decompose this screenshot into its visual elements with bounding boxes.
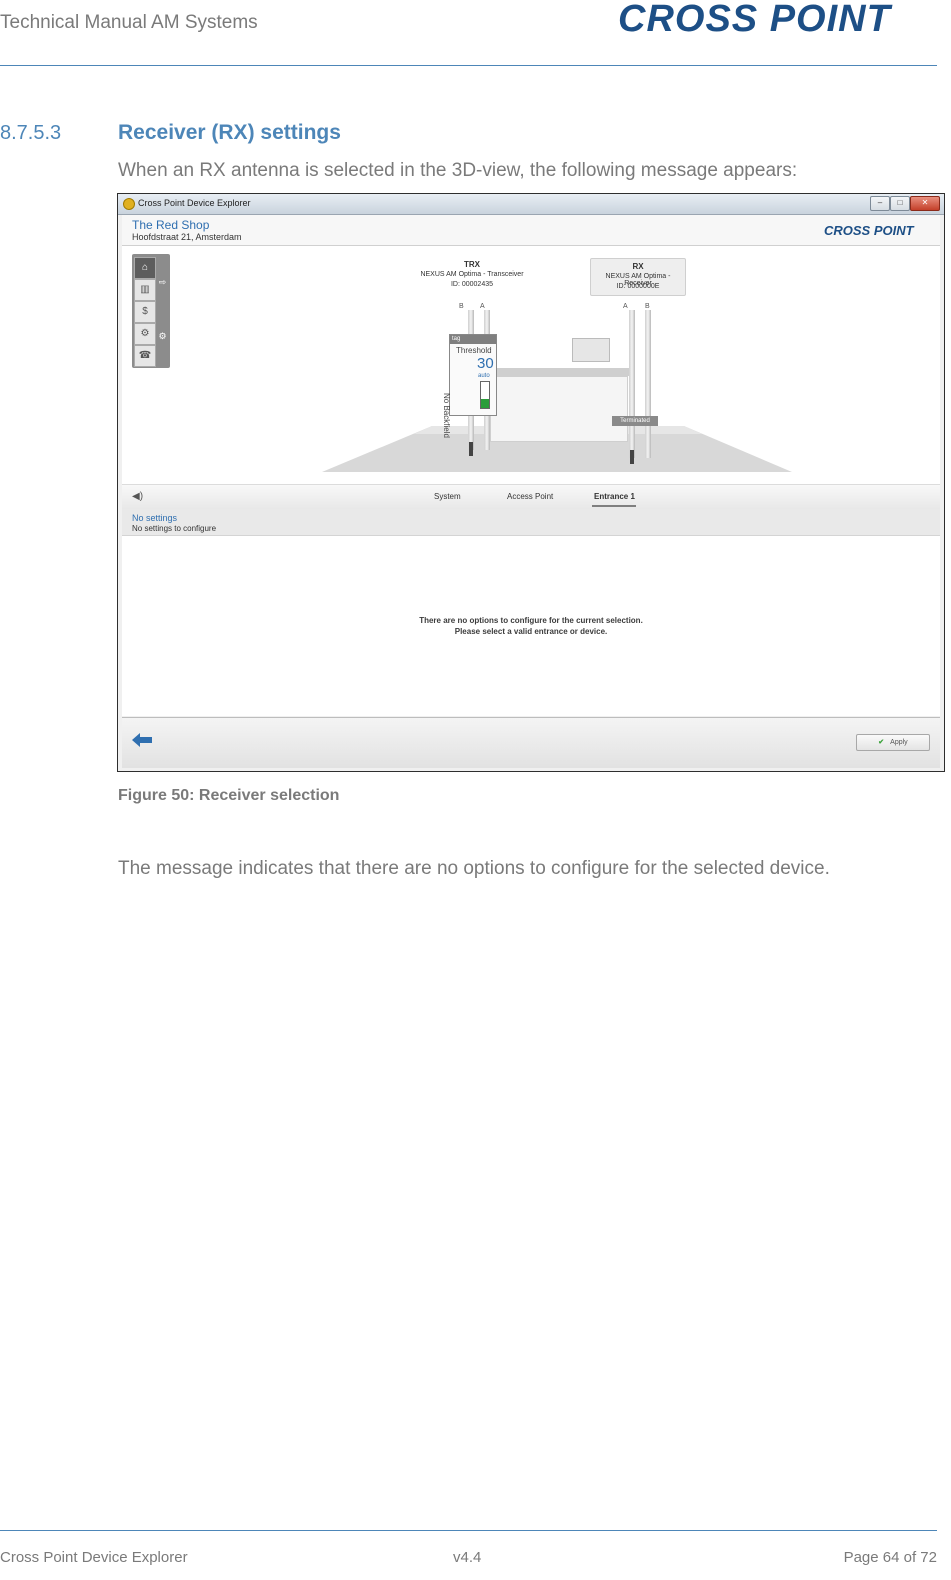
minimize-button[interactable]: – [870, 196, 890, 211]
antenna-label-a: A [480, 303, 485, 310]
cross-point-logo: CROSS POINT [618, 0, 893, 38]
logo-text: CROSS POINT [618, 0, 893, 38]
alarm-icon[interactable]: ☎ [134, 345, 156, 367]
trx-label: TRX NEXUS AM Optima - Transceiver ID: 00… [417, 260, 527, 294]
app-logo: CROSS POINT [824, 223, 915, 238]
window-titlebar: Cross Point Device Explorer – □ ✕ [118, 194, 944, 215]
footer-product: Cross Point Device Explorer [0, 1549, 188, 1566]
maximize-button[interactable]: □ [890, 196, 910, 211]
threshold-mode: auto [478, 373, 490, 379]
trx-title: TRX [464, 260, 480, 269]
svg-text:CROSS POINT: CROSS POINT [824, 223, 915, 238]
intro-paragraph: When an RX antenna is selected in the 3D… [118, 160, 798, 181]
close-button[interactable]: ✕ [910, 196, 940, 211]
counter-top [482, 368, 632, 376]
monitor [572, 338, 610, 362]
threshold-level-bar [480, 381, 490, 409]
counter-icon[interactable]: $ [134, 301, 156, 323]
app-header: The Red Shop Hoofdstraat 21, Amsterdam C… [122, 215, 940, 246]
speaker-icon[interactable]: ◀) [132, 491, 143, 502]
counter-desk [490, 376, 628, 442]
settings-subtitle: No settings to configure [132, 524, 217, 533]
threshold-title: Threshold [456, 346, 492, 355]
threshold-value: 30 [477, 355, 494, 372]
export-icon[interactable]: ⇨ [157, 272, 168, 292]
config-icon[interactable]: ⚙ [157, 326, 168, 346]
footer-version: v4.4 [453, 1549, 482, 1566]
shop-name: The Red Shop [132, 218, 210, 232]
antenna-label-b: B [459, 303, 464, 310]
apply-label: Apply [890, 739, 908, 746]
home-icon[interactable]: ⌂ [134, 257, 156, 279]
document-title: Technical Manual AM Systems [0, 12, 258, 33]
select-device-message: Please select a valid entrance or device… [454, 627, 608, 636]
tab-system[interactable]: System [434, 492, 461, 501]
check-icon: ✔ [878, 739, 885, 746]
settings-icon[interactable]: ⚙ [134, 323, 156, 345]
rx-title: RX [632, 262, 644, 271]
threshold-panel: tag Threshold 30 auto No Backfield [442, 334, 497, 438]
terminated-badge: Terminated [612, 416, 658, 426]
devices-icon[interactable]: ▥ [134, 279, 156, 301]
shop-address: Hoofdstraat 21, Amsterdam [132, 232, 242, 242]
rx-antenna-a[interactable] [629, 310, 635, 458]
window-title: Cross Point Device Explorer [138, 198, 251, 208]
threshold-level-fill [481, 398, 489, 408]
bottom-bar: ✔ Apply [122, 717, 940, 768]
antenna-base [630, 450, 634, 464]
apply-button[interactable]: ✔ Apply [856, 734, 930, 751]
back-arrow-icon[interactable] [132, 733, 152, 747]
figure-caption: Figure 50: Receiver selection [118, 787, 340, 804]
body-paragraph: The message indicates that there are no … [118, 858, 830, 879]
settings-header: No settings No settings to configure [122, 509, 940, 536]
settings-content: There are no options to configure for th… [122, 536, 940, 716]
app-icon [123, 198, 135, 210]
antenna-label-a: A [623, 303, 628, 310]
tab-entrance-1[interactable]: Entrance 1 [594, 492, 635, 501]
trx-model: NEXUS AM Optima - Transceiver [420, 271, 524, 278]
side-toolbar: ⌂ ▥ $ ⚙ ☎ ⇨ ⚙ [132, 254, 170, 368]
rx-antenna-b[interactable] [645, 310, 651, 458]
settings-title: No settings [132, 513, 178, 523]
rx-label[interactable]: RX NEXUS AM Optima - Receiver ID: 000000… [590, 258, 686, 296]
active-tab-indicator [592, 505, 636, 507]
footer-page-number: Page 64 of 72 [843, 1549, 937, 1566]
antenna-base [469, 442, 473, 456]
3d-view[interactable]: ⌂ ▥ $ ⚙ ☎ ⇨ ⚙ TRX NEXUS AM Optima - Tran… [122, 246, 940, 484]
backfield-status: No Backfield [442, 393, 451, 438]
header-rule [0, 65, 937, 66]
view-tabs: ◀) System Access Point Entrance 1 [122, 484, 940, 510]
no-options-message: There are no options to configure for th… [419, 616, 643, 625]
section-number: 8.7.5.3 [0, 122, 62, 144]
tab-access-point[interactable]: Access Point [507, 492, 553, 501]
section-title: Receiver (RX) settings [118, 121, 341, 144]
footer-rule [0, 1530, 937, 1531]
device-explorer-screenshot: Cross Point Device Explorer – □ ✕ The Re… [117, 193, 945, 772]
rx-id: ID: 0000000E [616, 283, 660, 290]
antenna-label-b: B [645, 303, 650, 310]
threshold-header: tag [450, 335, 496, 344]
trx-id: ID: 00002435 [450, 281, 494, 288]
